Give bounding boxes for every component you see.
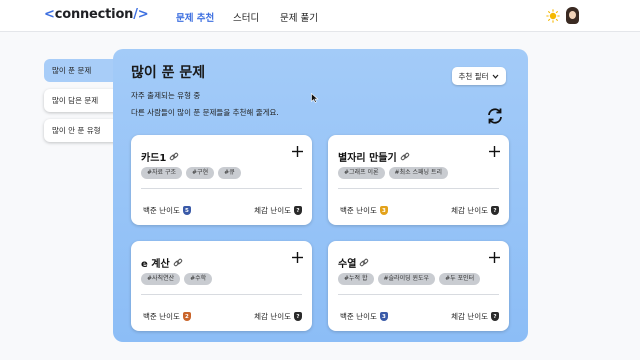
- felt-label: 체감 난이도: [451, 206, 488, 215]
- unrated-badge-icon: ?: [294, 206, 302, 215]
- avatar[interactable]: [566, 7, 579, 24]
- card-title: 수열: [338, 259, 357, 270]
- baekjoon-label: 백준 난이도: [340, 312, 377, 321]
- problem-card[interactable]: 별자리 만들기 #그래프 이론 #최소 스패닝 트리 백준 난이도 3 체감 난…: [328, 135, 509, 225]
- plus-icon[interactable]: [291, 145, 304, 158]
- refresh-icon[interactable]: [485, 106, 505, 126]
- tier-badge-icon: 3: [379, 206, 388, 215]
- felt-difficulty: 체감 난이도 ?: [451, 311, 499, 322]
- problem-card[interactable]: e 계산 #사칙연산 #수학 백준 난이도 2 체감 난이도 ?: [131, 241, 312, 331]
- tag-list: #그래프 이론 #최소 스패닝 트리: [338, 167, 449, 179]
- divider: [141, 188, 302, 189]
- baekjoon-difficulty: 백준 난이도 5: [143, 205, 191, 216]
- plus-icon[interactable]: [488, 251, 501, 264]
- card-title-row: 수열: [338, 255, 369, 270]
- card-title-row: 별자리 만들기: [338, 149, 410, 164]
- baekjoon-difficulty: 백준 난이도 3: [340, 205, 388, 216]
- tag-list: #자료 구조 #구현 #큐: [141, 167, 241, 179]
- baekjoon-label: 백준 난이도: [340, 206, 377, 215]
- tag-list: #사칙연산 #수학: [141, 273, 213, 285]
- avatar-face: [569, 11, 576, 19]
- tag: #큐: [218, 167, 241, 179]
- logo-bracket-open: <: [44, 7, 55, 22]
- tier-badge-icon: 3: [379, 312, 388, 321]
- panel-subtitle-1: 자주 출제되는 유형 중: [131, 91, 201, 100]
- panel-subtitle-2: 다른 사람들이 많이 푼 문제들을 추천해 줄게요.: [131, 108, 279, 117]
- card-title-row: e 계산: [141, 255, 183, 270]
- card-title: e 계산: [141, 259, 170, 270]
- baekjoon-label: 백준 난이도: [143, 206, 180, 215]
- link-icon[interactable]: [359, 258, 369, 268]
- tag: #슬라이딩 윈도우: [377, 273, 436, 285]
- tag: #두 포인터: [439, 273, 481, 285]
- sidebar-item-most-solved[interactable]: 많이 푼 문제: [44, 59, 116, 82]
- felt-difficulty: 체감 난이도 ?: [451, 205, 499, 216]
- tag: #최소 스패닝 트리: [388, 167, 449, 179]
- baekjoon-difficulty: 백준 난이도 3: [340, 311, 388, 322]
- problem-card[interactable]: 카드1 #자료 구조 #구현 #큐 백준 난이도 5 체감 난이도 ?: [131, 135, 312, 225]
- felt-difficulty: 체감 난이도 ?: [254, 205, 302, 216]
- felt-difficulty: 체감 난이도 ?: [254, 311, 302, 322]
- tier-badge-icon: 5: [182, 206, 191, 215]
- divider: [338, 188, 499, 189]
- tag: #자료 구조: [141, 167, 183, 179]
- baekjoon-label: 백준 난이도: [143, 312, 180, 321]
- page-title: 많이 푼 문제: [131, 65, 206, 81]
- logo[interactable]: <connection/>: [44, 7, 149, 22]
- divider: [141, 294, 302, 295]
- tag: #누적 합: [338, 273, 374, 285]
- sun-icon[interactable]: [546, 9, 560, 23]
- nav-study[interactable]: 스터디: [233, 10, 259, 24]
- divider: [338, 294, 499, 295]
- filter-button-label: 추천 필터: [458, 71, 489, 81]
- tag: #그래프 이론: [338, 167, 385, 179]
- tag: #수학: [184, 273, 213, 285]
- link-icon[interactable]: [400, 152, 410, 162]
- plus-icon[interactable]: [291, 251, 304, 264]
- unrated-badge-icon: ?: [491, 206, 499, 215]
- tag: #사칙연산: [141, 273, 181, 285]
- tier-badge-icon: 2: [182, 312, 191, 321]
- tag: #구현: [186, 167, 215, 179]
- link-icon[interactable]: [173, 258, 183, 268]
- link-icon[interactable]: [169, 152, 179, 162]
- logo-text: connection: [54, 7, 134, 22]
- card-title: 카드1: [141, 153, 167, 164]
- recommend-panel: 많이 푼 문제 자주 출제되는 유형 중 다른 사람들이 많이 푼 문제들을 추…: [113, 49, 528, 342]
- baekjoon-difficulty: 백준 난이도 2: [143, 311, 191, 322]
- unrated-badge-icon: ?: [294, 312, 302, 321]
- nav-recommend[interactable]: 문제 추천: [176, 10, 214, 24]
- plus-icon[interactable]: [488, 145, 501, 158]
- felt-label: 체감 난이도: [254, 312, 291, 321]
- felt-label: 체감 난이도: [254, 206, 291, 215]
- sidebar-item-most-saved[interactable]: 많이 담은 문제: [44, 89, 116, 112]
- problem-card[interactable]: 수열 #누적 합 #슬라이딩 윈도우 #두 포인터 백준 난이도 3 체감 난이…: [328, 241, 509, 331]
- nav-solve[interactable]: 문제 풀기: [280, 10, 318, 24]
- tag-list: #누적 합 #슬라이딩 윈도우 #두 포인터: [338, 273, 481, 285]
- sidebar-item-least-solved-type[interactable]: 많이 안 푼 유형: [44, 119, 116, 142]
- card-title-row: 카드1: [141, 149, 179, 164]
- card-title: 별자리 만들기: [338, 153, 397, 164]
- unrated-badge-icon: ?: [491, 312, 499, 321]
- felt-label: 체감 난이도: [451, 312, 488, 321]
- logo-bracket-close: />: [133, 7, 149, 22]
- filter-button[interactable]: 추천 필터: [452, 67, 506, 85]
- mouse-cursor-icon: [311, 93, 319, 103]
- top-header: <connection/> 문제 추천 스터디 문제 풀기: [0, 0, 640, 32]
- chevron-down-icon: [493, 74, 499, 79]
